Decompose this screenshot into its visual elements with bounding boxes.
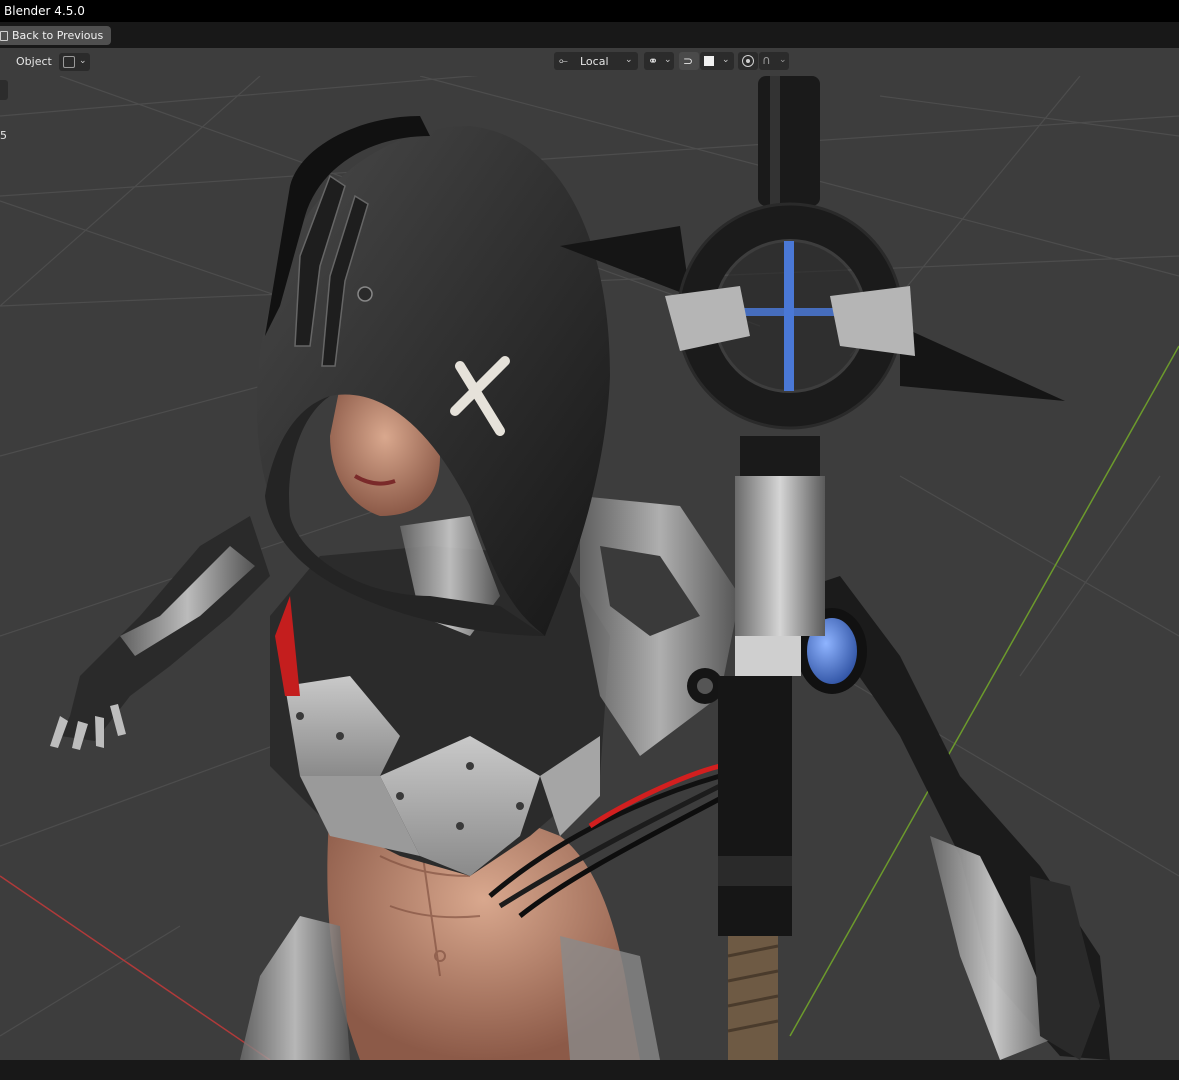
- window-title-bar: Blender 4.5.0: [0, 0, 1179, 22]
- back-to-previous-button[interactable]: Back to Previous: [0, 26, 112, 45]
- fullscreen-icon: [0, 31, 8, 41]
- transform-orientation-label: Local: [580, 55, 609, 68]
- snap-target-dropdown[interactable]: ⌄: [700, 52, 734, 70]
- transform-orientation-dropdown[interactable]: ⟜ Local ⌄: [554, 52, 638, 70]
- snap-toggle[interactable]: ⊃: [679, 52, 699, 70]
- viewport-canvas: [0, 76, 1179, 1060]
- object-mode-icon: [63, 56, 75, 68]
- viewport-overlay-text: 5: [0, 129, 7, 142]
- chevron-down-icon: ⌄: [79, 56, 87, 66]
- top-bar: Back to Previous: [0, 22, 1179, 48]
- window-title: Blender 4.5.0: [4, 4, 85, 18]
- proportional-edit-toggle[interactable]: [738, 52, 758, 70]
- object-mode-label: Object: [16, 55, 52, 68]
- transform-orientation-icon: ⟜: [559, 54, 568, 67]
- 3d-viewport[interactable]: [0, 76, 1179, 1060]
- back-to-previous-label: Back to Previous: [12, 29, 104, 42]
- sidebar-toggle-tab[interactable]: [0, 80, 8, 100]
- snap-target-icon: [704, 56, 714, 66]
- chevron-down-icon: ⌄: [664, 55, 672, 65]
- chevron-down-icon: ⌄: [625, 55, 633, 65]
- chevron-down-icon: ⌄: [779, 55, 787, 65]
- proportional-falloff-dropdown[interactable]: ∩ ⌄: [759, 52, 789, 70]
- hip-mechanics: [240, 916, 350, 1060]
- object-mode-dropdown[interactable]: ⌄: [59, 53, 90, 71]
- pivot-icon: ⚭: [648, 54, 659, 68]
- status-bar: [0, 1060, 1179, 1080]
- falloff-icon: ∩: [762, 53, 771, 67]
- chevron-down-icon: ⌄: [722, 55, 730, 65]
- x-axis-line: [0, 875, 271, 1060]
- left-mechanical-arm: [50, 516, 270, 750]
- snap-icon: ⊃: [683, 54, 694, 68]
- pivot-point-dropdown[interactable]: ⚭ ⌄: [644, 52, 674, 70]
- viewport-header: Object ⌄ ⟜ Local ⌄ ⚭ ⌄ ⊃ ⌄ ∩ ⌄: [0, 48, 1179, 76]
